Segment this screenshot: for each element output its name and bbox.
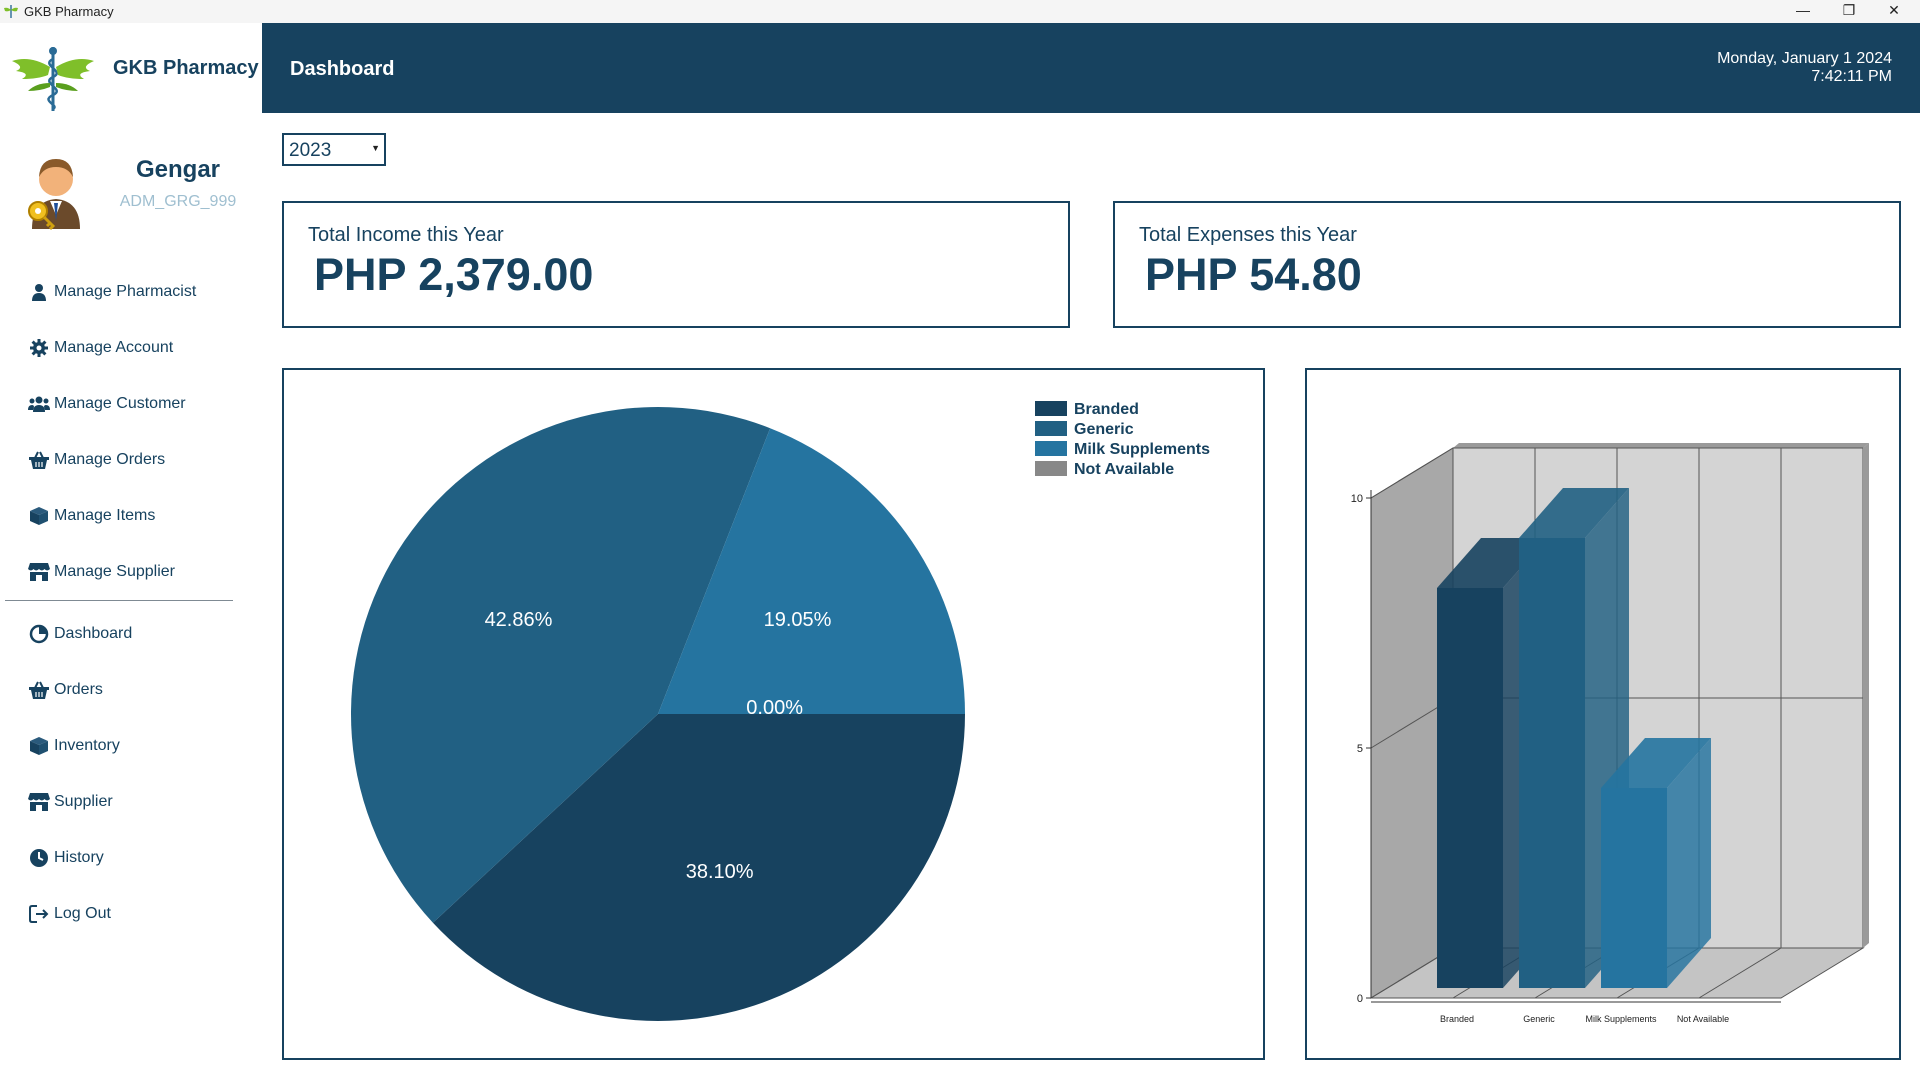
user-id: ADM_GRG_999 [119, 193, 237, 210]
x-tick-label-milk-supplements: Milk Supplements [1585, 1014, 1657, 1024]
nav-label: Dashboard [54, 625, 133, 642]
x-tick-label-branded: Branded [1440, 1014, 1474, 1024]
nav-manage-orders[interactable]: Manage Orders [28, 445, 248, 475]
nav-label: History [54, 849, 104, 866]
nav-manage-pharmacist[interactable]: Manage Pharmacist [28, 277, 248, 307]
pie-chart-icon [28, 623, 50, 645]
logout-icon [28, 903, 50, 925]
nav-divider [5, 600, 233, 601]
user-name: Gengar [135, 156, 221, 183]
bar-branded-front [1437, 588, 1503, 988]
nav-manage-account[interactable]: Manage Account [28, 333, 248, 363]
brand-name: GKB Pharmacy [113, 57, 259, 79]
pie-label-milk-supplements: 19.05% [764, 609, 832, 631]
bar-chart: 0 5 10 Branded Generic Milk Supplements Not Av… [1351, 443, 1869, 1024]
income-value: PHP 2,379.00 [314, 249, 594, 300]
nav-label: Manage Account [54, 339, 174, 356]
year-select[interactable]: 2023 ▼ [282, 133, 386, 166]
year-select-value: 2023 [289, 140, 332, 161]
legend-swatch-not-available [1035, 461, 1067, 476]
legend-label-milk-supplements: Milk Supplements [1074, 441, 1210, 458]
user-icon [28, 281, 50, 303]
nav-label: Supplier [54, 793, 113, 810]
header-time: 7:42:11 PM [1811, 68, 1892, 85]
store-icon [28, 561, 50, 583]
page-title: Dashboard [290, 58, 395, 80]
nav-orders[interactable]: Orders [28, 675, 248, 705]
income-label: Total Income this Year [308, 224, 504, 246]
nav-manage-items[interactable]: Manage Items [28, 501, 248, 531]
header-date: Monday, January 1 2024 [1717, 50, 1892, 67]
nav-label: Manage Items [54, 507, 156, 524]
bar-milk-supplements [1601, 738, 1711, 988]
nav-label: Manage Orders [54, 451, 166, 468]
window-title: GKB Pharmacy [24, 4, 114, 19]
nav-history[interactable]: History [28, 843, 248, 873]
restore-button[interactable]: ❐ [1826, 0, 1872, 23]
users-icon [28, 393, 50, 415]
legend-label-generic: Generic [1074, 421, 1134, 438]
nav-label: Orders [54, 681, 103, 698]
pie-label-branded: 38.10% [686, 861, 754, 883]
admin-user-key-icon [28, 159, 80, 231]
header-bar: Dashboard Monday, January 1 2024 7:42:11… [262, 23, 1920, 113]
bar-generic-front [1519, 538, 1585, 988]
pie-label-not-available: 0.00% [746, 697, 803, 719]
legend-swatch-milk-supplements [1035, 441, 1067, 456]
pie-chart-panel: 38.10% 42.86% 19.05% 0.00% Branded Generic Mil… [282, 368, 1265, 1060]
nav-manage-customer[interactable]: Manage Customer [28, 389, 248, 419]
app-logo-icon [4, 5, 18, 18]
nav-label: Inventory [54, 737, 120, 754]
chevron-down-icon: ▼ [371, 143, 380, 153]
x-tick-label-generic: Generic [1523, 1014, 1555, 1024]
nav-manage-supplier[interactable]: Manage Supplier [28, 557, 248, 587]
basket-icon [28, 679, 50, 701]
minimize-button[interactable]: — [1780, 0, 1826, 23]
nav-label: Log Out [54, 905, 111, 922]
expenses-label: Total Expenses this Year [1139, 224, 1357, 246]
chart-frame-top [1453, 443, 1869, 448]
sidebar: GKB Pharmacy Gengar ADM_GRG_999 Manage P… [0, 23, 262, 1080]
window-titlebar: GKB Pharmacy — ❐ ✕ [0, 0, 1920, 23]
box-icon [28, 505, 50, 527]
nav-label: Manage Pharmacist [54, 283, 197, 300]
legend-swatch-branded [1035, 401, 1067, 416]
legend-label-not-available: Not Available [1074, 461, 1174, 478]
nav-dashboard[interactable]: Dashboard [28, 619, 248, 649]
clock-icon [28, 847, 50, 869]
legend-swatch-generic [1035, 421, 1067, 436]
y-tick-label: 5 [1357, 743, 1363, 755]
pie-chart: 38.10% 42.86% 19.05% 0.00% Branded Generic Mil… [351, 401, 1210, 1021]
bar-chart-panel: 0 5 10 Branded Generic Milk Supplements Not Av… [1305, 368, 1901, 1060]
basket-icon [28, 449, 50, 471]
legend-label-branded: Branded [1074, 401, 1139, 418]
y-tick-label: 10 [1351, 493, 1363, 505]
nav-log-out[interactable]: Log Out [28, 899, 248, 929]
expenses-value: PHP 54.80 [1145, 249, 1362, 300]
gear-icon [28, 337, 50, 359]
chart-frame-right [1863, 443, 1869, 948]
box-icon [28, 735, 50, 757]
nav-supplier[interactable]: Supplier [28, 787, 248, 817]
nav-inventory[interactable]: Inventory [28, 731, 248, 761]
nav-label: Manage Supplier [54, 563, 175, 580]
y-tick-label: 0 [1357, 993, 1363, 1005]
income-card: Total Income this Year PHP 2,379.00 [282, 201, 1070, 328]
expenses-card: Total Expenses this Year PHP 54.80 [1113, 201, 1901, 328]
caduceus-wings-icon [12, 47, 94, 111]
x-tick-label-not-available: Not Available [1677, 1014, 1729, 1024]
store-icon [28, 791, 50, 813]
nav-label: Manage Customer [54, 395, 186, 412]
close-button[interactable]: ✕ [1871, 0, 1917, 23]
bar-milk-supplements-front [1601, 788, 1667, 988]
pie-label-generic: 42.86% [485, 609, 553, 631]
